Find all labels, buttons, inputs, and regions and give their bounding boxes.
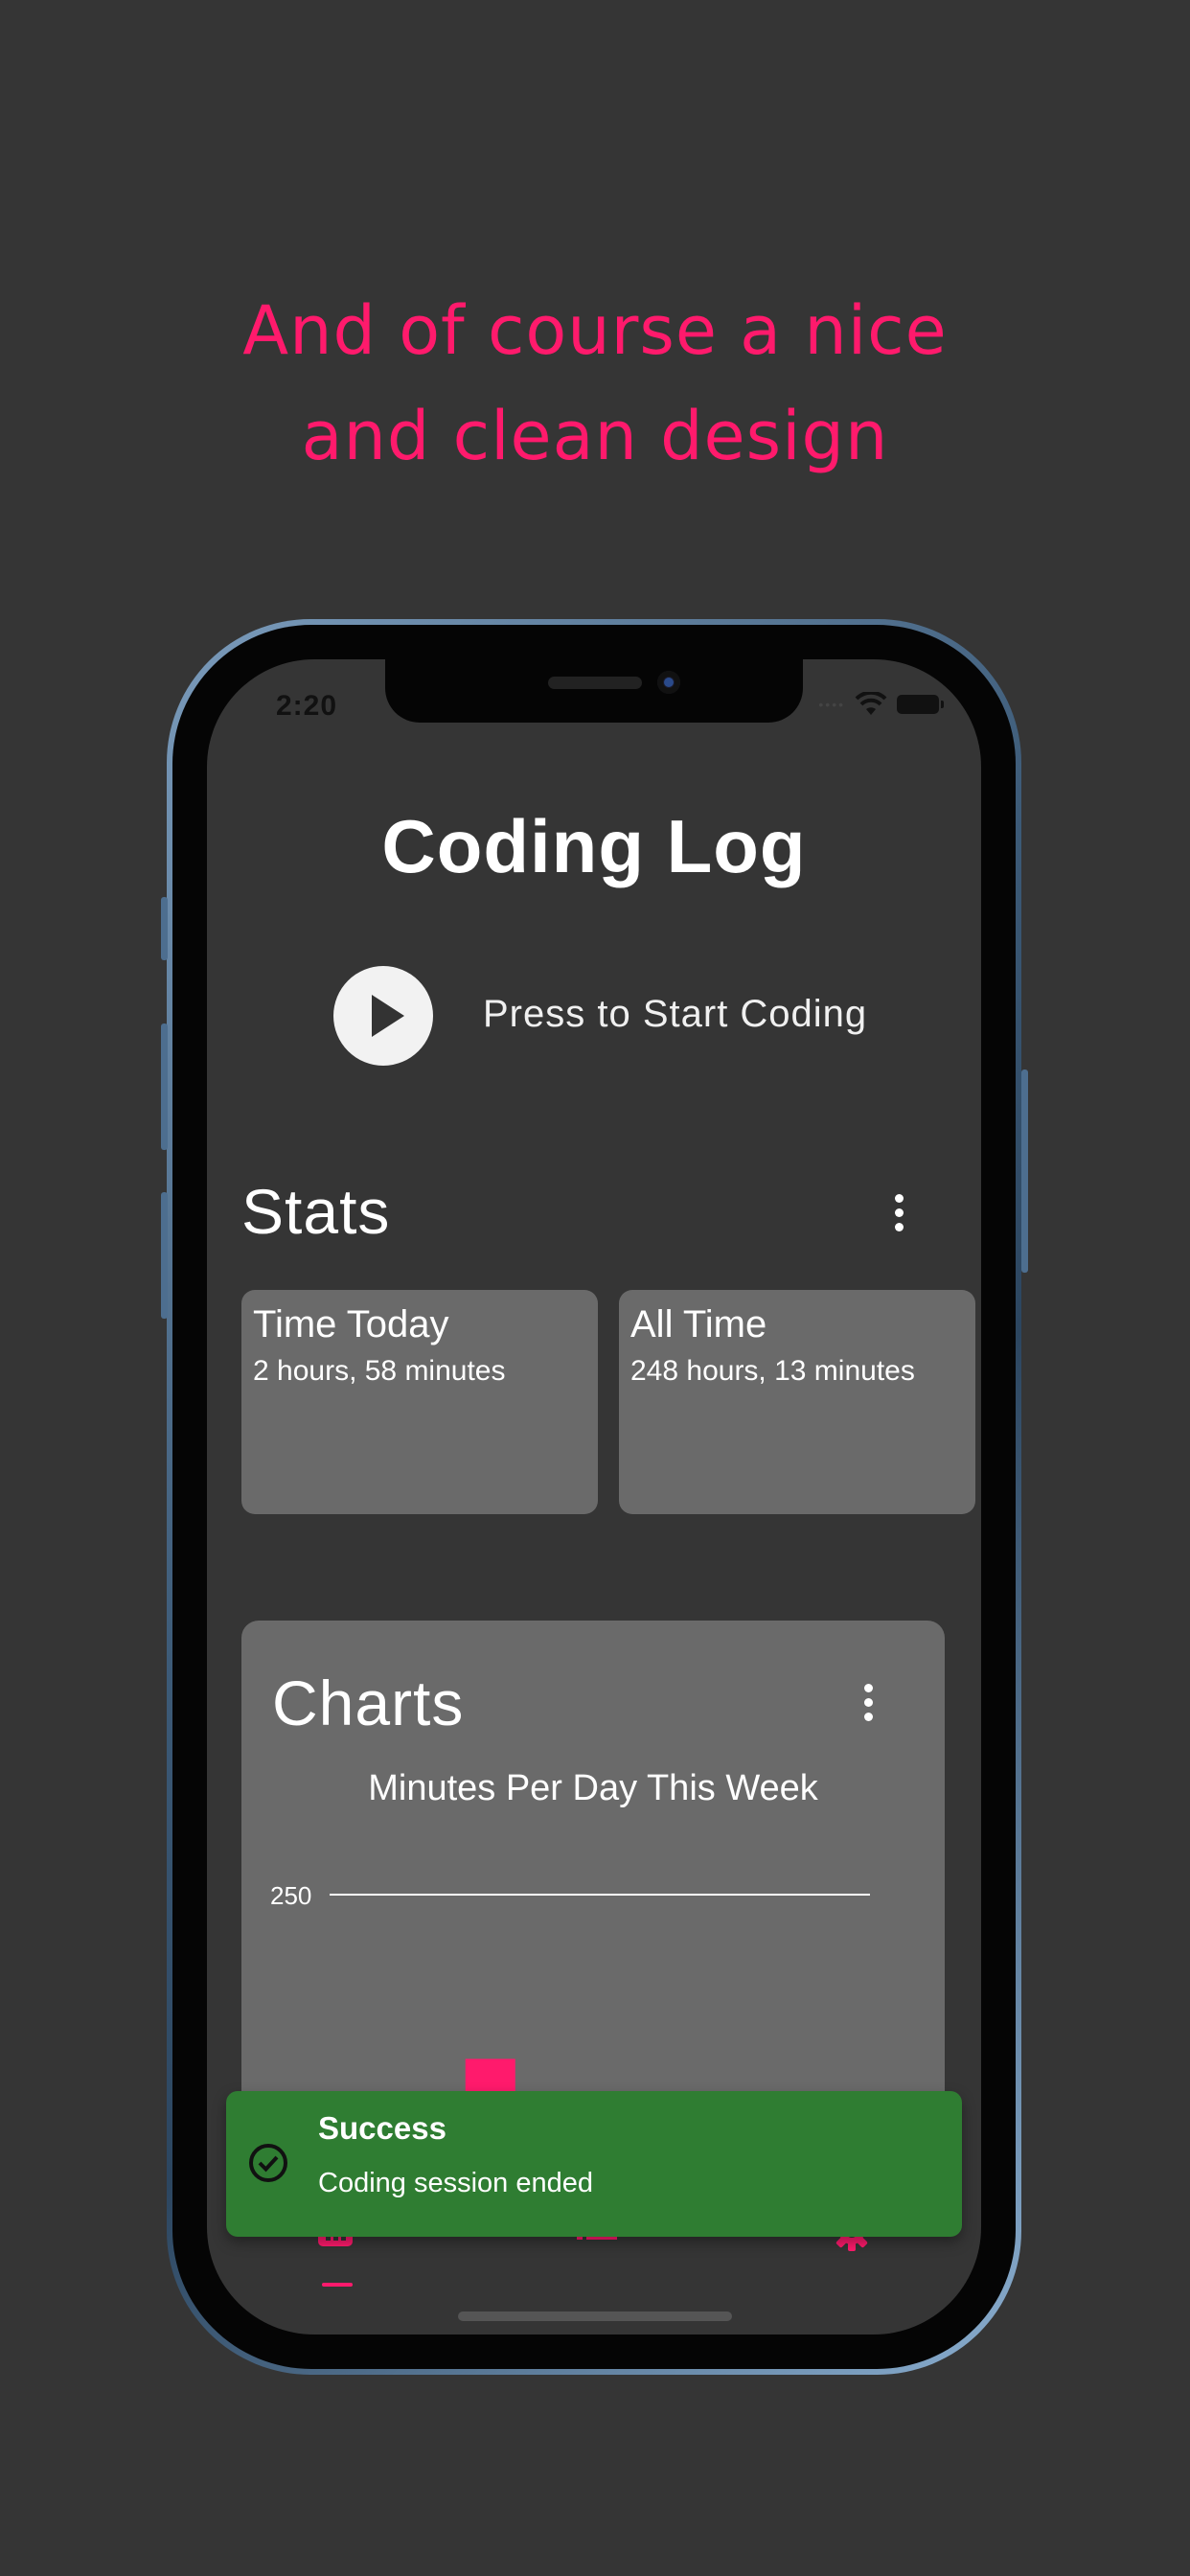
status-icons: •••• [818, 692, 944, 717]
home-indicator[interactable] [458, 2312, 732, 2321]
app-title: Coding Log [381, 804, 807, 888]
stat-card-today: Time Today 2 hours, 58 minutes [241, 1290, 598, 1514]
status-time: 2:20 [276, 690, 338, 722]
success-toast[interactable]: Success Coding session ended [226, 2091, 962, 2237]
toast-message: Coding session ended [318, 2168, 593, 2198]
volume-down-button [161, 1192, 168, 1319]
silent-switch [161, 897, 168, 960]
stat-card-all-time: All Time 248 hours, 13 minutes [619, 1290, 975, 1514]
headline-line-1: And of course a nice [242, 291, 948, 370]
power-button [1021, 1070, 1028, 1273]
toast-title: Success [318, 2110, 446, 2146]
battery-icon [897, 695, 944, 714]
headline-line-2: and clean design [301, 397, 889, 475]
camera [657, 671, 680, 694]
nav-active-indicator [322, 2283, 353, 2287]
signal-dots-icon: •••• [818, 697, 845, 712]
speaker [548, 677, 642, 689]
stats-menu-icon[interactable] [880, 1188, 918, 1236]
volume-up-button [161, 1024, 168, 1150]
stats-title: Stats [241, 1176, 391, 1247]
wifi-icon [855, 692, 887, 715]
check-circle-icon [249, 2144, 287, 2182]
start-coding-label: Press to Start Coding [483, 993, 868, 1035]
phone-screen: 2:20 •••• Coding Log Press to Start Codi… [207, 659, 981, 2334]
stat-title-all-time: All Time [630, 1303, 767, 1346]
notch [385, 659, 803, 723]
stat-title-today: Time Today [253, 1303, 449, 1346]
y-tick-label: 250 [270, 1881, 311, 1910]
stat-value-today: 2 hours, 58 minutes [253, 1355, 506, 1387]
play-button[interactable] [333, 966, 433, 1066]
stat-value-all-time: 248 hours, 13 minutes [630, 1355, 915, 1387]
marketing-headline: And of course a nice and clean design [0, 278, 1190, 489]
